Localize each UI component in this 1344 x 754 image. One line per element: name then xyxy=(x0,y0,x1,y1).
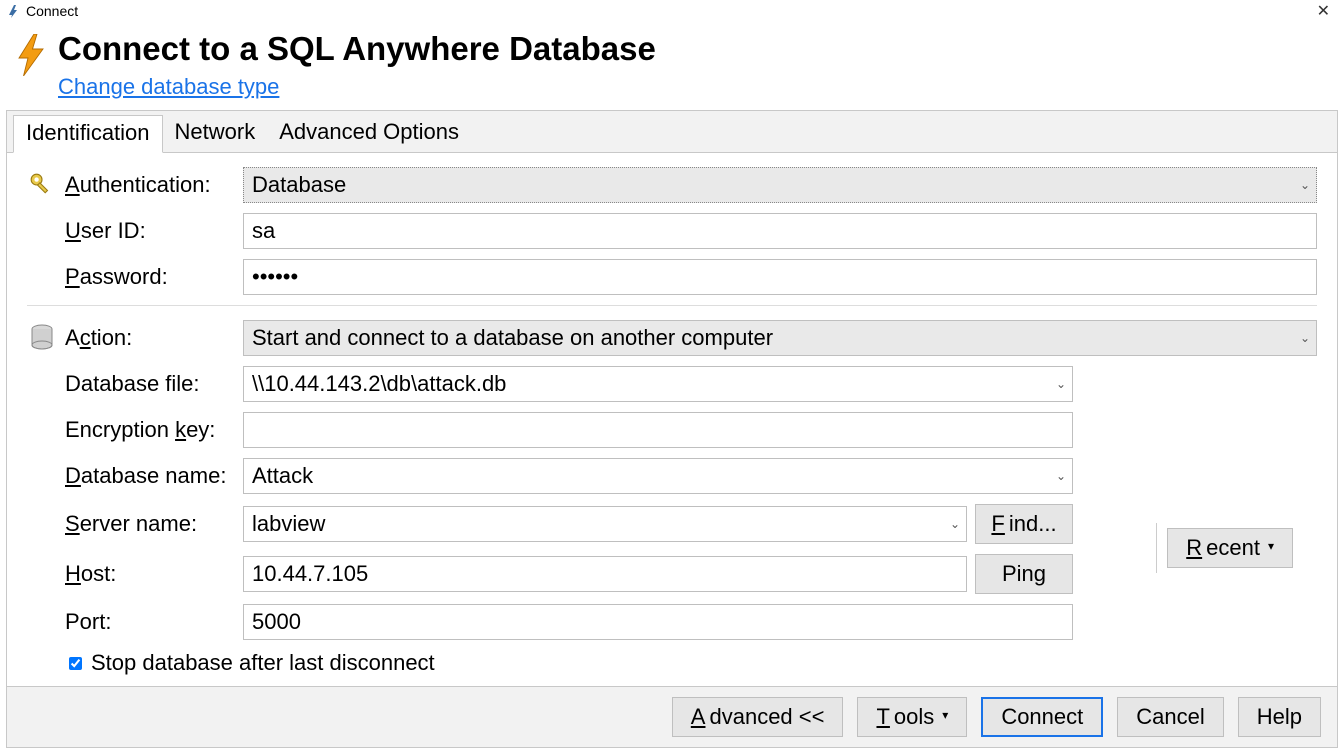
dbname-combo[interactable]: Attack⌄ xyxy=(243,458,1073,494)
vertical-divider xyxy=(1156,523,1157,573)
advanced-button[interactable]: Advanced << xyxy=(672,697,844,737)
authentication-select[interactable]: Database⌄ xyxy=(243,167,1317,203)
app-icon xyxy=(6,3,22,19)
servername-combo[interactable]: labview⌄ xyxy=(243,506,967,542)
enckey-input[interactable] xyxy=(243,412,1073,448)
password-input[interactable] xyxy=(243,259,1317,295)
dialog-title: Connect to a SQL Anywhere Database xyxy=(58,30,656,68)
divider xyxy=(27,305,1317,306)
chevron-down-icon: ⌄ xyxy=(950,517,960,531)
key-icon xyxy=(27,172,57,198)
enckey-label: Encryption key: xyxy=(65,417,235,443)
tab-identification[interactable]: Identification xyxy=(13,115,163,153)
port-label: Port: xyxy=(65,609,235,635)
recent-button[interactable]: Recent xyxy=(1167,528,1293,568)
tools-button[interactable]: Tools xyxy=(857,697,967,737)
change-db-type-link[interactable]: Change database type xyxy=(58,74,279,100)
authentication-label: Authentication: xyxy=(65,172,235,198)
recent-wrap: Recent xyxy=(1156,523,1293,573)
dialog-header: Connect to a SQL Anywhere Database Chang… xyxy=(0,22,1344,104)
servername-label: Server name: xyxy=(65,511,235,537)
identification-pane: Authentication: Database⌄ User ID: Passw… xyxy=(7,152,1337,686)
password-label: Password: xyxy=(65,264,235,290)
window-title: Connect xyxy=(26,3,1309,19)
host-label: Host: xyxy=(65,561,235,587)
close-icon[interactable]: ✕ xyxy=(1309,1,1338,21)
tab-network[interactable]: Network xyxy=(163,115,268,153)
help-button[interactable]: Help xyxy=(1238,697,1321,737)
dbfile-combo[interactable]: \\10.44.143.2\db\attack.db⌄ xyxy=(243,366,1073,402)
connect-dialog: Connect ✕ Connect to a SQL Anywhere Data… xyxy=(0,0,1344,754)
tab-advanced-options[interactable]: Advanced Options xyxy=(267,115,471,153)
stop-db-label: Stop database after last disconnect xyxy=(91,650,435,676)
host-input[interactable] xyxy=(243,556,967,592)
find-button[interactable]: Find... xyxy=(975,504,1073,544)
dbfile-label: Database file: xyxy=(65,371,235,397)
titlebar: Connect ✕ xyxy=(0,0,1344,22)
stop-db-checkbox[interactable] xyxy=(69,657,82,670)
connect-button[interactable]: Connect xyxy=(981,697,1103,737)
dialog-footer: Advanced << Tools Connect Cancel Help xyxy=(7,686,1337,747)
userid-label: User ID: xyxy=(65,218,235,244)
ping-button[interactable]: Ping xyxy=(975,554,1073,594)
port-input[interactable] xyxy=(243,604,1073,640)
content-panel: Identification Network Advanced Options … xyxy=(6,110,1338,748)
userid-input[interactable] xyxy=(243,213,1317,249)
chevron-down-icon: ⌄ xyxy=(1300,331,1310,345)
chevron-down-icon: ⌄ xyxy=(1056,469,1066,483)
cancel-button[interactable]: Cancel xyxy=(1117,697,1223,737)
action-label: Action: xyxy=(65,325,235,351)
chevron-down-icon: ⌄ xyxy=(1300,178,1310,192)
dbname-label: Database name: xyxy=(65,463,235,489)
lightning-icon xyxy=(16,34,46,81)
database-icon xyxy=(27,324,57,352)
chevron-down-icon: ⌄ xyxy=(1056,377,1066,391)
action-select[interactable]: Start and connect to a database on anoth… xyxy=(243,320,1317,356)
tabs: Identification Network Advanced Options xyxy=(7,111,1337,153)
